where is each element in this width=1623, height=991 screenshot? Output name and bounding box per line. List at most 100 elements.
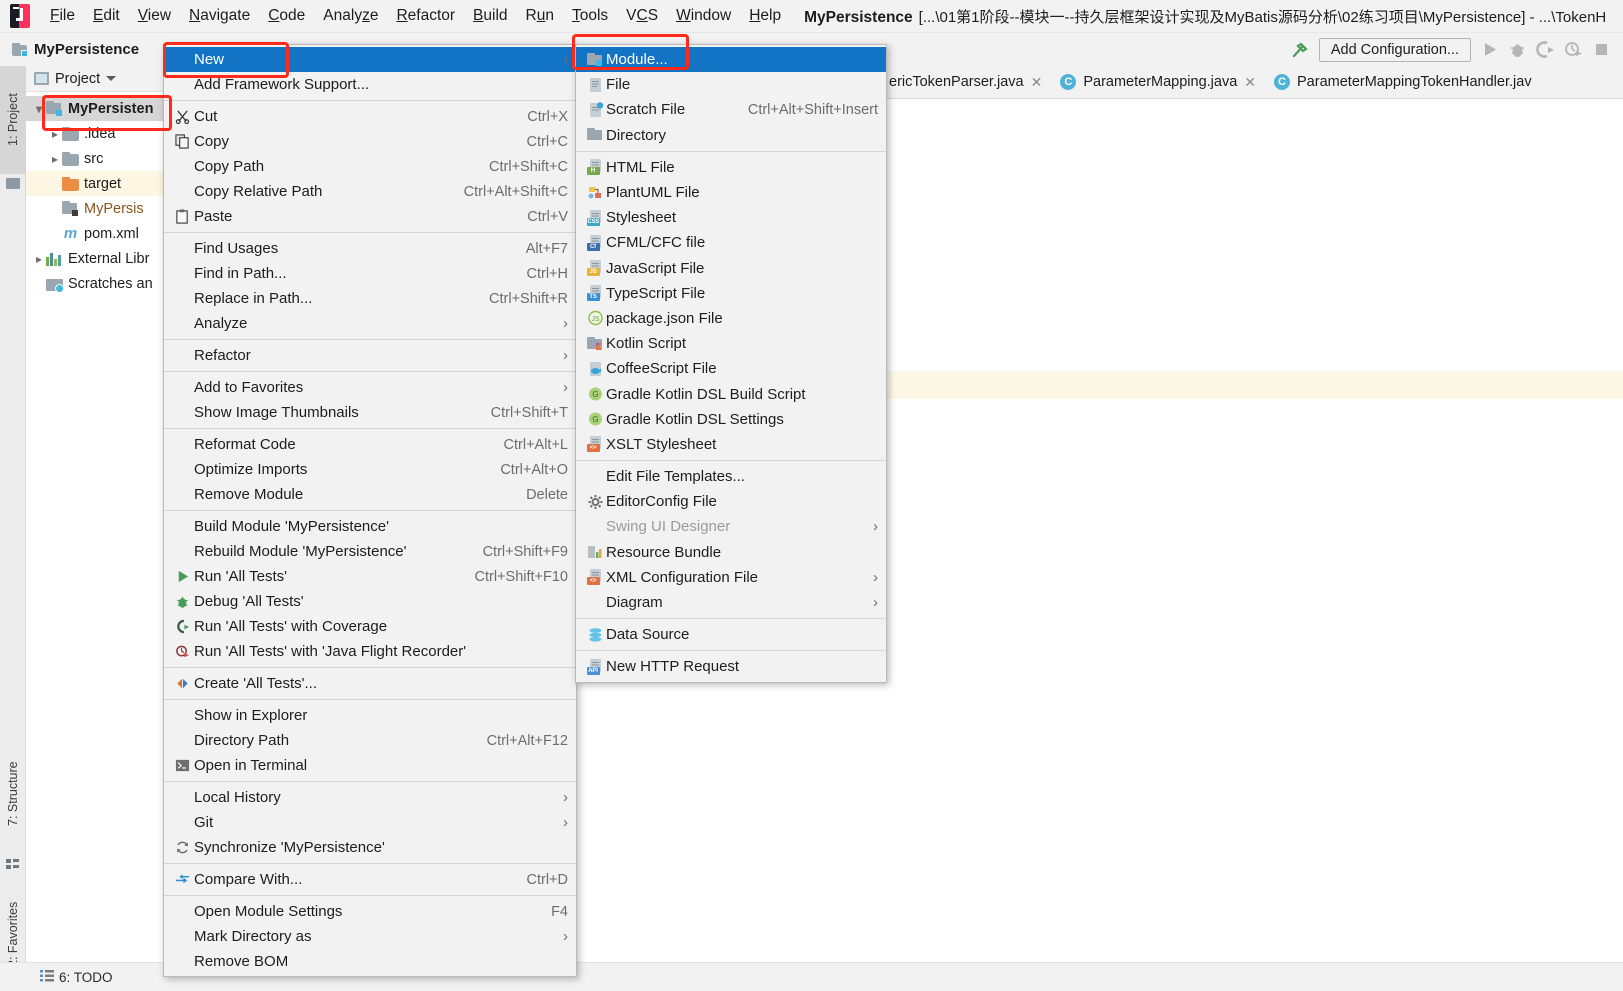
add-configuration-button[interactable]: Add Configuration... [1318, 37, 1471, 62]
project-panel-header[interactable]: Project [26, 66, 165, 92]
new-submenu-item-xml-configuration-file[interactable]: <> XML Configuration File › [576, 565, 886, 590]
tool-tab-structure[interactable]: 7: Structure [0, 738, 26, 850]
context-menu-item-remove-bom[interactable]: Remove BOM [164, 949, 576, 974]
project-tree-item[interactable]: ▸ External Libr [26, 246, 165, 271]
context-menu-item-remove-module[interactable]: Remove Module Delete [164, 482, 576, 507]
new-submenu-item-xslt-stylesheet[interactable]: <> XSLT Stylesheet [576, 432, 886, 457]
build-hammer-icon[interactable] [1290, 40, 1310, 60]
menu-edit[interactable]: Edit [84, 4, 129, 28]
menu-refactor[interactable]: Refactor [387, 4, 464, 28]
menu-build[interactable]: Build [464, 4, 516, 28]
new-submenu-item-edit-file-templates[interactable]: Edit File Templates... [576, 464, 886, 489]
new-submenu-item-gradle-kotlin-dsl-settings[interactable]: G Gradle Kotlin DSL Settings [576, 407, 886, 432]
profiler-icon[interactable] [1564, 40, 1583, 59]
menu-file[interactable]: File [41, 4, 84, 28]
project-breadcrumb[interactable]: MyPersistence [12, 41, 139, 58]
context-menu-item-rebuild-module-mypersistence[interactable]: Rebuild Module 'MyPersistence' Ctrl+Shift… [164, 539, 576, 564]
context-menu-item-copy-path[interactable]: Copy Path Ctrl+Shift+C [164, 154, 576, 179]
context-menu-item-find-in-path[interactable]: Find in Path... Ctrl+H [164, 261, 576, 286]
new-submenu-item-module[interactable]: Module... [576, 47, 886, 73]
context-menu-item-show-in-explorer[interactable]: Show in Explorer [164, 703, 576, 728]
context-menu-item-replace-in-path[interactable]: Replace in Path... Ctrl+Shift+R [164, 286, 576, 311]
project-tree-item[interactable]: ▸ src [26, 146, 165, 171]
editor-tab[interactable]: C ParameterMapping.java ✕ [1051, 66, 1265, 98]
context-menu-item-local-history[interactable]: Local History › [164, 785, 576, 810]
stop-icon[interactable] [1592, 40, 1611, 59]
menu-tools[interactable]: Tools [563, 4, 617, 28]
new-submenu-item-directory[interactable]: Directory [576, 123, 886, 148]
context-menu-item-run-all-tests[interactable]: Run 'All Tests' Ctrl+Shift+F10 [164, 564, 576, 589]
chevron-right-icon[interactable]: ▸ [32, 252, 46, 266]
chevron-right-icon[interactable]: ▸ [48, 127, 62, 141]
new-submenu-item-swing-ui-designer[interactable]: Swing UI Designer › [576, 514, 886, 539]
new-submenu-item-coffeescript-file[interactable]: CoffeeScript File [576, 356, 886, 381]
context-menu-item-git[interactable]: Git › [164, 810, 576, 835]
close-tab-icon[interactable]: ✕ [1031, 74, 1043, 91]
debug-icon[interactable] [1508, 40, 1527, 59]
context-menu-item-optimize-imports[interactable]: Optimize Imports Ctrl+Alt+O [164, 457, 576, 482]
close-tab-icon[interactable]: ✕ [1244, 74, 1256, 91]
new-submenu-item-javascript-file[interactable]: JS JavaScript File [576, 256, 886, 281]
context-menu-item-synchronize-mypersistence[interactable]: Synchronize 'MyPersistence' [164, 835, 576, 860]
coverage-icon[interactable] [1536, 40, 1555, 59]
menu-code[interactable]: Code [259, 4, 314, 28]
new-submenu-item-diagram[interactable]: Diagram › [576, 590, 886, 615]
context-menu-item-copy[interactable]: Copy Ctrl+C [164, 129, 576, 154]
new-submenu-item-new-http-request[interactable]: API New HTTP Request [576, 654, 886, 679]
editor-tab[interactable]: C ParameterMappingTokenHandler.jav [1265, 66, 1541, 98]
context-menu-item-directory-path[interactable]: Directory Path Ctrl+Alt+F12 [164, 728, 576, 753]
context-menu-item-find-usages[interactable]: Find Usages Alt+F7 [164, 236, 576, 261]
new-submenu-item-html-file[interactable]: H HTML File [576, 155, 886, 180]
menu-navigate[interactable]: Navigate [180, 4, 259, 28]
context-menu-item-cut[interactable]: Cut Ctrl+X [164, 104, 576, 129]
new-submenu-item-file[interactable]: File [576, 72, 886, 97]
context-menu-item-open-in-terminal[interactable]: Open in Terminal [164, 753, 576, 778]
menu-window[interactable]: Window [667, 4, 740, 28]
project-tree-item[interactable]: ▾ MyPersisten [26, 96, 165, 121]
project-tree-item[interactable]: m pom.xml [26, 221, 165, 246]
context-menu-item-add-to-favorites[interactable]: Add to Favorites › [164, 375, 576, 400]
tool-tab-project[interactable]: 1: Project [0, 66, 26, 174]
new-submenu-item-plantuml-file[interactable]: PlantUML File [576, 180, 886, 205]
new-submenu-item-stylesheet[interactable]: CSS Stylesheet [576, 205, 886, 230]
chevron-down-icon[interactable] [106, 76, 117, 81]
new-submenu-item-scratch-file[interactable]: Scratch File Ctrl+Alt+Shift+Insert [576, 97, 886, 122]
context-menu-item-reformat-code[interactable]: Reformat Code Ctrl+Alt+L [164, 432, 576, 457]
project-tree-item[interactable]: Scratches an [26, 271, 165, 296]
menu-vcs[interactable]: VCS [617, 4, 667, 28]
context-menu-item-create-all-tests[interactable]: Create 'All Tests'... [164, 671, 576, 696]
context-menu-item-debug-all-tests[interactable]: Debug 'All Tests' [164, 589, 576, 614]
project-tree-item[interactable]: MyPersis [26, 196, 165, 221]
context-menu-item-analyze[interactable]: Analyze › [164, 311, 576, 336]
context-menu-item-build-module-mypersistence[interactable]: Build Module 'MyPersistence' [164, 514, 576, 539]
new-submenu-item-cfml-cfc-file[interactable]: Cf CFML/CFC file [576, 230, 886, 255]
chevron-right-icon[interactable]: ▸ [48, 152, 62, 166]
menu-view[interactable]: View [129, 4, 180, 28]
editor-tab[interactable]: ericTokenParser.java ✕ [880, 66, 1051, 98]
project-tree-item[interactable]: ▸ .idea [26, 121, 165, 146]
context-menu-item-new[interactable]: New › [164, 47, 576, 72]
run-icon[interactable] [1480, 40, 1499, 59]
project-tree-item[interactable]: target [26, 171, 165, 196]
new-submenu-item-kotlin-script[interactable]: Kotlin Script [576, 331, 886, 356]
new-submenu-item-typescript-file[interactable]: TS TypeScript File [576, 281, 886, 306]
context-menu-item-paste[interactable]: Paste Ctrl+V [164, 204, 576, 229]
new-submenu-item-gradle-kotlin-dsl-build-script[interactable]: G Gradle Kotlin DSL Build Script [576, 381, 886, 406]
new-submenu-item-editorconfig-file[interactable]: EditorConfig File [576, 489, 886, 514]
new-submenu-item-resource-bundle[interactable]: Resource Bundle [576, 540, 886, 565]
context-menu-item-refactor[interactable]: Refactor › [164, 343, 576, 368]
context-menu-item-run-all-tests-with-coverage[interactable]: Run 'All Tests' with Coverage [164, 614, 576, 639]
context-menu-item-add-framework-support[interactable]: Add Framework Support... [164, 72, 576, 97]
new-submenu-item-package-json-file[interactable]: JS package.json File [576, 306, 886, 331]
context-menu-item-mark-directory-as[interactable]: Mark Directory as › [164, 924, 576, 949]
bottom-tab-todo[interactable]: 6: TODO [40, 969, 113, 985]
context-menu-item-show-image-thumbnails[interactable]: Show Image Thumbnails Ctrl+Shift+T [164, 400, 576, 425]
context-menu-item-open-module-settings[interactable]: Open Module Settings F4 [164, 899, 576, 924]
menu-run[interactable]: Run [517, 4, 563, 28]
new-submenu-item-data-source[interactable]: Data Source [576, 622, 886, 647]
context-menu-item-run-all-tests-with-java-flight-recorder[interactable]: Run 'All Tests' with 'Java Flight Record… [164, 639, 576, 664]
chevron-down-icon[interactable]: ▾ [32, 102, 46, 116]
context-menu-item-copy-relative-path[interactable]: Copy Relative Path Ctrl+Alt+Shift+C [164, 179, 576, 204]
context-menu-item-compare-with[interactable]: Compare With... Ctrl+D [164, 867, 576, 892]
menu-help[interactable]: Help [740, 4, 790, 28]
